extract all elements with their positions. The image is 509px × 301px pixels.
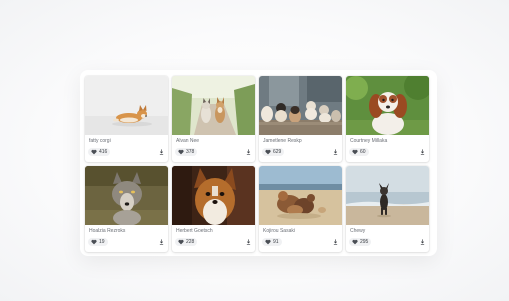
heart-icon <box>91 149 97 155</box>
photo-card[interactable]: Courtney Millaka 60 <box>346 76 429 162</box>
download-icon[interactable] <box>159 239 164 245</box>
photo-author[interactable]: Chewy <box>350 228 365 234</box>
download-icon[interactable] <box>333 149 338 155</box>
heart-icon <box>265 149 271 155</box>
like-button[interactable]: 629 <box>262 148 285 156</box>
photo-meta: 629 <box>259 148 342 158</box>
heart-icon <box>265 239 271 245</box>
photo-meta: 295 <box>346 238 429 248</box>
like-button[interactable]: 60 <box>349 148 369 156</box>
photo-author[interactable]: fatty corgi <box>89 138 111 144</box>
photo-author[interactable]: Alvan Nee <box>176 138 199 144</box>
like-button[interactable]: 416 <box>88 148 111 156</box>
pomeranian-photo[interactable] <box>172 166 255 225</box>
photo-meta: 378 <box>172 148 255 158</box>
wolfdog-photo[interactable] <box>85 166 168 225</box>
two-dogs-path-photo[interactable] <box>172 76 255 135</box>
heart-icon <box>178 149 184 155</box>
photo-card[interactable]: fatty corgi 416 <box>85 76 168 162</box>
photo-author[interactable]: Kojirou Sasaki <box>263 228 295 234</box>
photo-card[interactable]: Chewy 295 <box>346 166 429 252</box>
download-icon[interactable] <box>333 239 338 245</box>
like-button[interactable]: 378 <box>175 148 198 156</box>
dog-at-sea-photo[interactable] <box>346 166 429 225</box>
heart-icon <box>178 239 184 245</box>
photo-card[interactable]: Hoalzia Rezroks 19 <box>85 166 168 252</box>
photo-author[interactable]: Jametlene Reskp <box>263 138 302 144</box>
download-icon[interactable] <box>246 149 251 155</box>
like-count: 629 <box>273 149 282 155</box>
like-button[interactable]: 295 <box>349 238 372 246</box>
photo-card[interactable]: Herbert Goetsch 228 <box>172 166 255 252</box>
heart-icon <box>352 239 358 245</box>
puppies-group-photo[interactable] <box>259 76 342 135</box>
spaniel-photo[interactable] <box>346 76 429 135</box>
photo-card[interactable]: Alvan Nee 378 <box>172 76 255 162</box>
like-count: 416 <box>99 149 108 155</box>
photo-meta: 19 <box>85 238 168 248</box>
like-count: 60 <box>360 149 366 155</box>
photo-grid: fatty corgi 416 Alvan Nee 378 Jametlene … <box>85 76 429 252</box>
photo-meta: 91 <box>259 238 342 248</box>
like-button[interactable]: 228 <box>175 238 198 246</box>
like-count: 295 <box>360 239 369 245</box>
download-icon[interactable] <box>246 239 251 245</box>
photo-meta: 228 <box>172 238 255 248</box>
photo-author[interactable]: Herbert Goetsch <box>176 228 213 234</box>
like-count: 91 <box>273 239 279 245</box>
download-icon[interactable] <box>420 149 425 155</box>
heart-icon <box>91 239 97 245</box>
corgi-lying-photo[interactable] <box>85 76 168 135</box>
download-icon[interactable] <box>159 149 164 155</box>
photo-meta: 416 <box>85 148 168 158</box>
photo-meta: 60 <box>346 148 429 158</box>
like-count: 19 <box>99 239 105 245</box>
like-count: 228 <box>186 239 195 245</box>
photo-author[interactable]: Hoalzia Rezroks <box>89 228 125 234</box>
photo-author[interactable]: Courtney Millaka <box>350 138 387 144</box>
beach-dogs-photo[interactable] <box>259 166 342 225</box>
photo-card[interactable]: Jametlene Reskp 629 <box>259 76 342 162</box>
like-button[interactable]: 19 <box>88 238 108 246</box>
photo-gallery-panel: fatty corgi 416 Alvan Nee 378 Jametlene … <box>80 70 437 256</box>
download-icon[interactable] <box>420 239 425 245</box>
page-background: fatty corgi 416 Alvan Nee 378 Jametlene … <box>0 0 509 301</box>
like-button[interactable]: 91 <box>262 238 282 246</box>
photo-card[interactable]: Kojirou Sasaki 91 <box>259 166 342 252</box>
like-count: 378 <box>186 149 195 155</box>
heart-icon <box>352 149 358 155</box>
